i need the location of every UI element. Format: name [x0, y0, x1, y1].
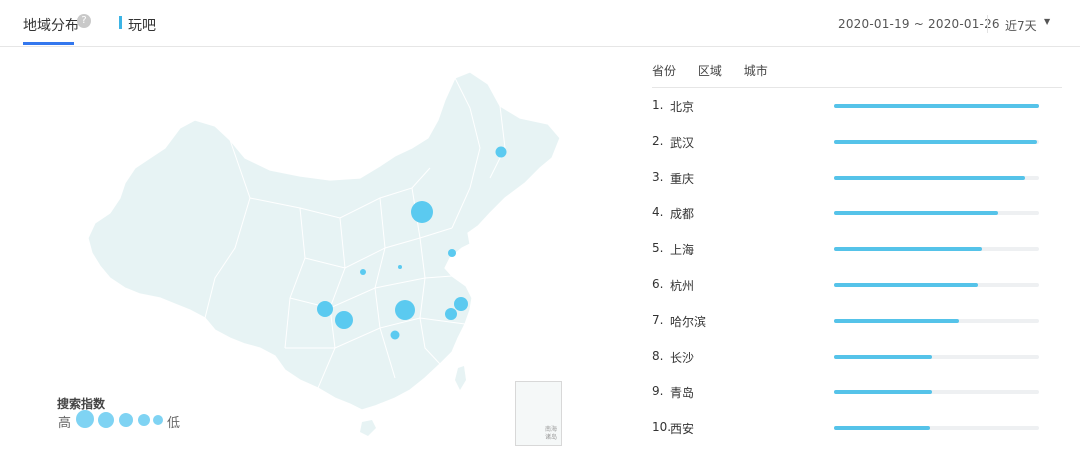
caret-down-icon[interactable]: ▼ — [1044, 17, 1050, 26]
ranking-row: 5. 上海 — [652, 241, 1072, 261]
ranking-row: 3. 重庆 — [652, 170, 1072, 190]
ranking-row: 9. 青岛 — [652, 384, 1072, 404]
bar-track — [834, 175, 1039, 180]
city-name: 上海 — [670, 243, 695, 258]
divider — [987, 15, 988, 33]
rank-number: 5. — [652, 241, 664, 256]
bar-fill — [834, 247, 982, 252]
bar-track — [834, 354, 1039, 359]
city-name: 成都 — [670, 207, 695, 222]
bubble-wuhan[interactable] — [395, 300, 415, 320]
bubble-changsha[interactable] — [390, 330, 400, 340]
ranking-row: 10. 西安 — [652, 420, 1072, 440]
ranking-row: 2. 武汉 — [652, 134, 1072, 154]
legend-low-label: 低 — [167, 416, 181, 431]
bar-fill — [834, 318, 960, 323]
legend-title: 搜索指数 — [57, 397, 106, 411]
rank-number: 6. — [652, 277, 664, 291]
bubble-beijing[interactable] — [411, 201, 433, 223]
bar-fill — [834, 104, 1039, 108]
bar-fill — [834, 175, 1025, 180]
city-name: 西安 — [670, 422, 695, 437]
rank-number: 9. — [652, 384, 664, 399]
region-level-tabs: 省份 区域 城市 — [652, 62, 786, 79]
bar-track — [834, 426, 1039, 431]
bubble-chongqing[interactable] — [335, 311, 353, 329]
bar-track — [834, 211, 1039, 216]
rank-number: 4. — [652, 205, 664, 220]
city-name: 重庆 — [670, 171, 695, 186]
bubble-xian[interactable] — [360, 269, 366, 275]
bar-track — [834, 104, 1039, 108]
bubble-qingdao[interactable] — [448, 249, 456, 257]
ranking-row: 8. 长沙 — [652, 349, 1072, 369]
date-range[interactable]: 2020-01-19 ~ 2020-01-26 — [838, 17, 1000, 31]
rank-number: 2. — [652, 133, 664, 148]
ranking-row: 7. 哈尔滨 — [652, 313, 1072, 333]
city-name: 长沙 — [670, 350, 695, 365]
bar-track — [834, 247, 1039, 252]
rank-number: 7. — [652, 312, 664, 327]
ranking-row: 4. 成都 — [652, 205, 1072, 225]
rank-number: 10. — [652, 420, 672, 435]
bubble-small[interactable] — [398, 265, 402, 269]
city-name: 杭州 — [670, 279, 695, 293]
bar-track — [834, 390, 1039, 395]
inset-label: 南海诸岛 — [545, 426, 558, 441]
bubble-shanghai[interactable] — [454, 297, 468, 311]
bubble-hangzhou[interactable] — [445, 308, 457, 320]
tab-area[interactable]: 区域 — [698, 64, 722, 78]
bubble-chengdu[interactable] — [317, 301, 333, 317]
rank-number: 3. — [652, 169, 664, 184]
bar-fill — [834, 354, 933, 359]
tab-city[interactable]: 城市 — [744, 64, 768, 78]
ranking-row: 6. 杭州 — [652, 277, 1072, 297]
ranking-row: 1. 北京 — [652, 98, 1072, 118]
tab-province[interactable]: 省份 — [652, 64, 676, 78]
city-name: 哈尔滨 — [670, 314, 707, 329]
bubble-harbin[interactable] — [495, 146, 507, 158]
bar-fill — [834, 390, 933, 395]
bar-track — [834, 283, 1039, 287]
bar-fill — [834, 283, 978, 287]
city-name: 北京 — [670, 100, 695, 114]
bar-fill — [834, 211, 998, 216]
period-select[interactable]: 近7天 — [1005, 17, 1037, 34]
tabs-divider — [652, 87, 1062, 88]
bar-fill — [834, 426, 931, 431]
rank-number: 1. — [652, 98, 664, 112]
bar-track — [834, 139, 1039, 144]
legend-high-label: 高 — [58, 416, 72, 431]
bar-track — [834, 318, 1039, 323]
bar-fill — [834, 139, 1037, 144]
city-name: 青岛 — [670, 386, 695, 401]
rank-number: 8. — [652, 348, 664, 363]
city-name: 武汉 — [670, 135, 695, 150]
